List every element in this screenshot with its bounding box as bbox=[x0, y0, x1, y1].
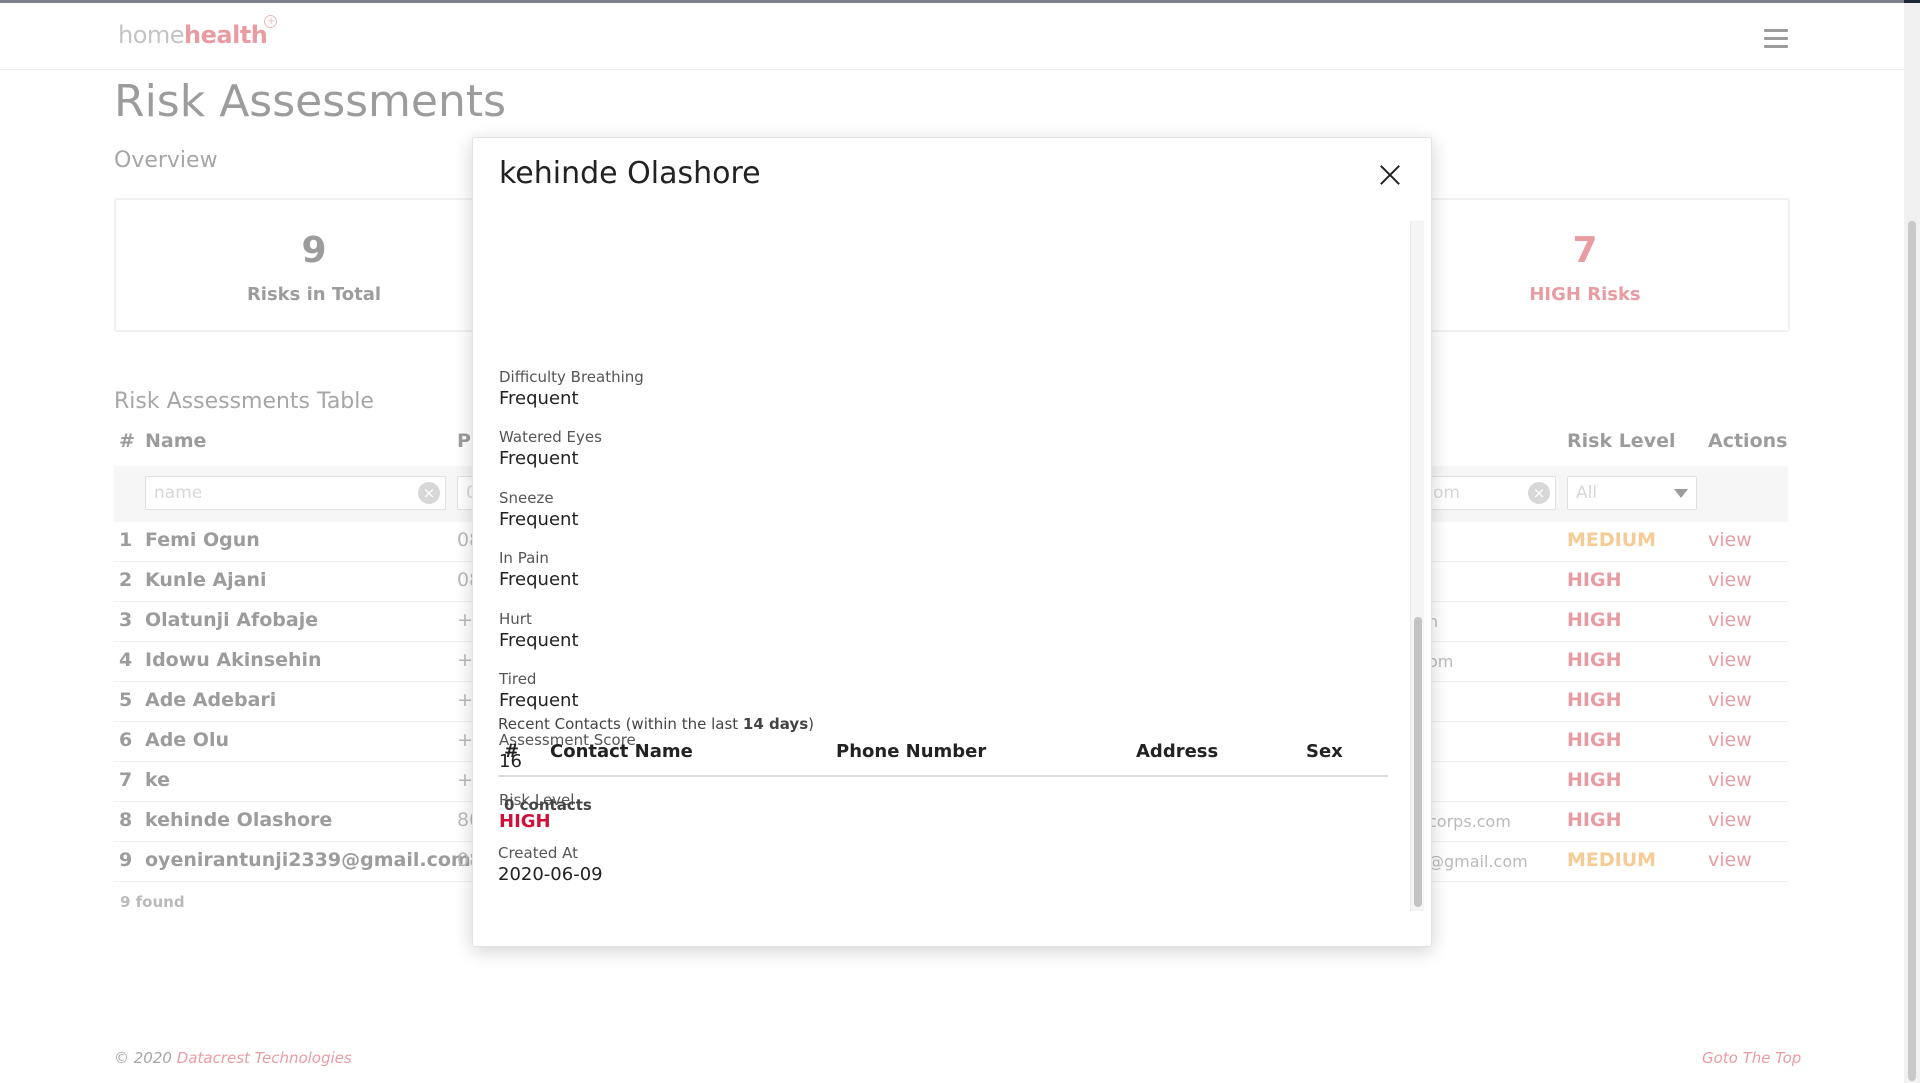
field-tired: Tired Frequent bbox=[499, 670, 579, 711]
modal-title: kehinde Olashore bbox=[499, 156, 761, 191]
page-scrollbar[interactable] bbox=[1904, 3, 1920, 1083]
field-watered-eyes: Watered Eyes Frequent bbox=[499, 428, 602, 469]
modal-body: Difficulty Breathing Frequent Watered Ey… bbox=[473, 222, 1417, 916]
field-risk-level: Risk Level HIGH bbox=[499, 791, 575, 832]
close-icon[interactable] bbox=[1379, 164, 1401, 186]
field-sneeze: Sneeze Frequent bbox=[499, 489, 579, 530]
assessment-detail-modal: kehinde Olashore Difficulty Breathing Fr… bbox=[472, 137, 1432, 947]
field-in-pain: In Pain Frequent bbox=[499, 549, 579, 590]
field-assessment-score: Assessment Score 16 bbox=[499, 731, 636, 772]
field-difficulty-breathing: Difficulty Breathing Frequent bbox=[499, 368, 644, 409]
page-scrollbar-thumb[interactable] bbox=[1908, 221, 1916, 1081]
field-hurt: Hurt Frequent bbox=[499, 610, 579, 651]
risk-level-value: HIGH bbox=[499, 811, 551, 832]
